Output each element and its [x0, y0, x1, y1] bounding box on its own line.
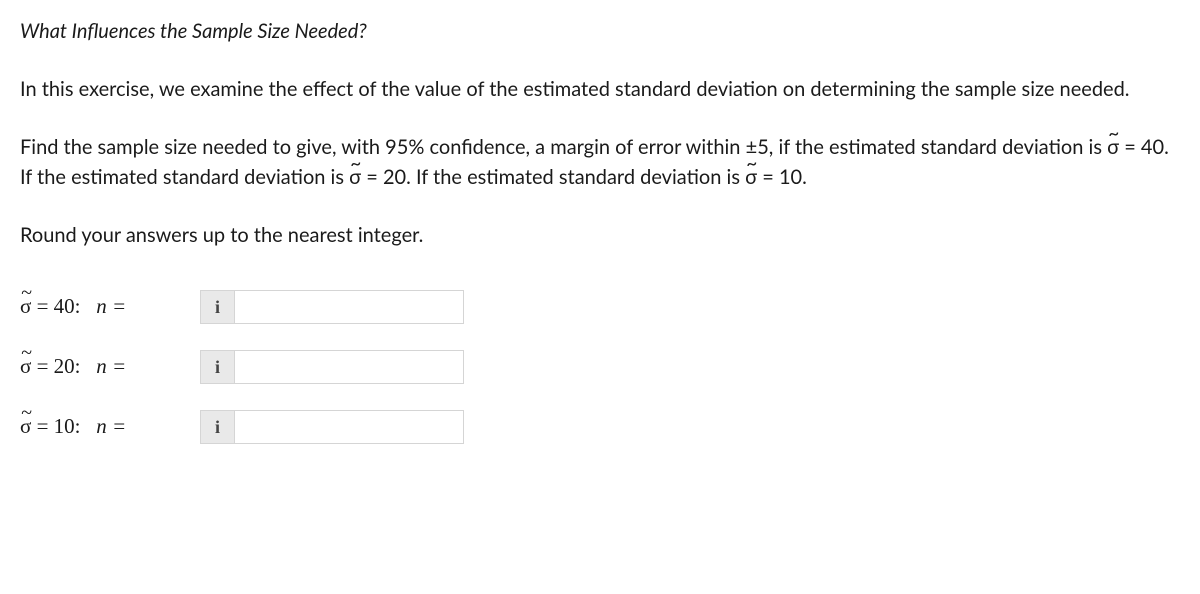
answer-input-10[interactable]	[234, 410, 464, 444]
answer-row-sigma-10: σ = 10: n = i	[20, 410, 1180, 444]
prompt-pre: Find the sample size needed to give, wit…	[20, 135, 746, 159]
rounding-note: Round your answers up to the nearest int…	[20, 220, 1180, 250]
sigma-hat-icon: σ	[20, 351, 31, 383]
answer-input-20[interactable]	[234, 350, 464, 384]
intro-paragraph: In this exercise, we examine the effect …	[20, 74, 1180, 104]
sigma-hat-icon: σ	[20, 291, 31, 323]
equals-sign: =	[37, 414, 49, 438]
equals-sign: =	[37, 294, 49, 318]
info-icon: i	[215, 354, 220, 381]
info-icon: i	[215, 294, 220, 321]
sigma-hat-3: σ	[745, 162, 757, 192]
prompt-mid3: . If the estimated standard deviation is	[406, 165, 745, 189]
answer-label-20: σ = 20: n =	[20, 351, 200, 383]
sigma-value: 20	[54, 354, 75, 378]
prompt-paragraph: Find the sample size needed to give, wit…	[20, 132, 1180, 192]
n-equals: n =	[96, 354, 126, 378]
sigma-value: 10	[54, 414, 75, 438]
n-equals: n =	[96, 414, 126, 438]
info-button-10[interactable]: i	[200, 410, 234, 444]
answer-input-40[interactable]	[234, 290, 464, 324]
sigma-value: 40	[54, 294, 75, 318]
colon: :	[75, 354, 81, 378]
sigma-eq-3: = 10	[757, 165, 802, 189]
n-equals: n =	[96, 294, 126, 318]
colon: :	[75, 414, 81, 438]
sigma-eq-2: = 20	[361, 165, 406, 189]
answer-row-sigma-40: σ = 40: n = i	[20, 290, 1180, 324]
sigma-eq-1: = 40	[1119, 135, 1164, 159]
info-button-40[interactable]: i	[200, 290, 234, 324]
question-heading: What Influences the Sample Size Needed?	[20, 16, 1180, 46]
equals-sign: =	[37, 354, 49, 378]
sigma-hat-2: σ	[349, 162, 361, 192]
sigma-hat-1: σ	[1107, 132, 1119, 162]
answers-block: σ = 40: n = i σ = 20: n = i σ = 10: n =	[20, 290, 1180, 444]
prompt-end: .	[802, 165, 807, 189]
answer-label-40: σ = 40: n =	[20, 291, 200, 323]
sigma-hat-icon: σ	[20, 411, 31, 443]
answer-label-10: σ = 10: n =	[20, 411, 200, 443]
answer-row-sigma-20: σ = 20: n = i	[20, 350, 1180, 384]
prompt-mid1: , if the estimated standard deviation is	[769, 135, 1107, 159]
colon: :	[75, 294, 81, 318]
info-icon: i	[215, 414, 220, 441]
info-button-20[interactable]: i	[200, 350, 234, 384]
